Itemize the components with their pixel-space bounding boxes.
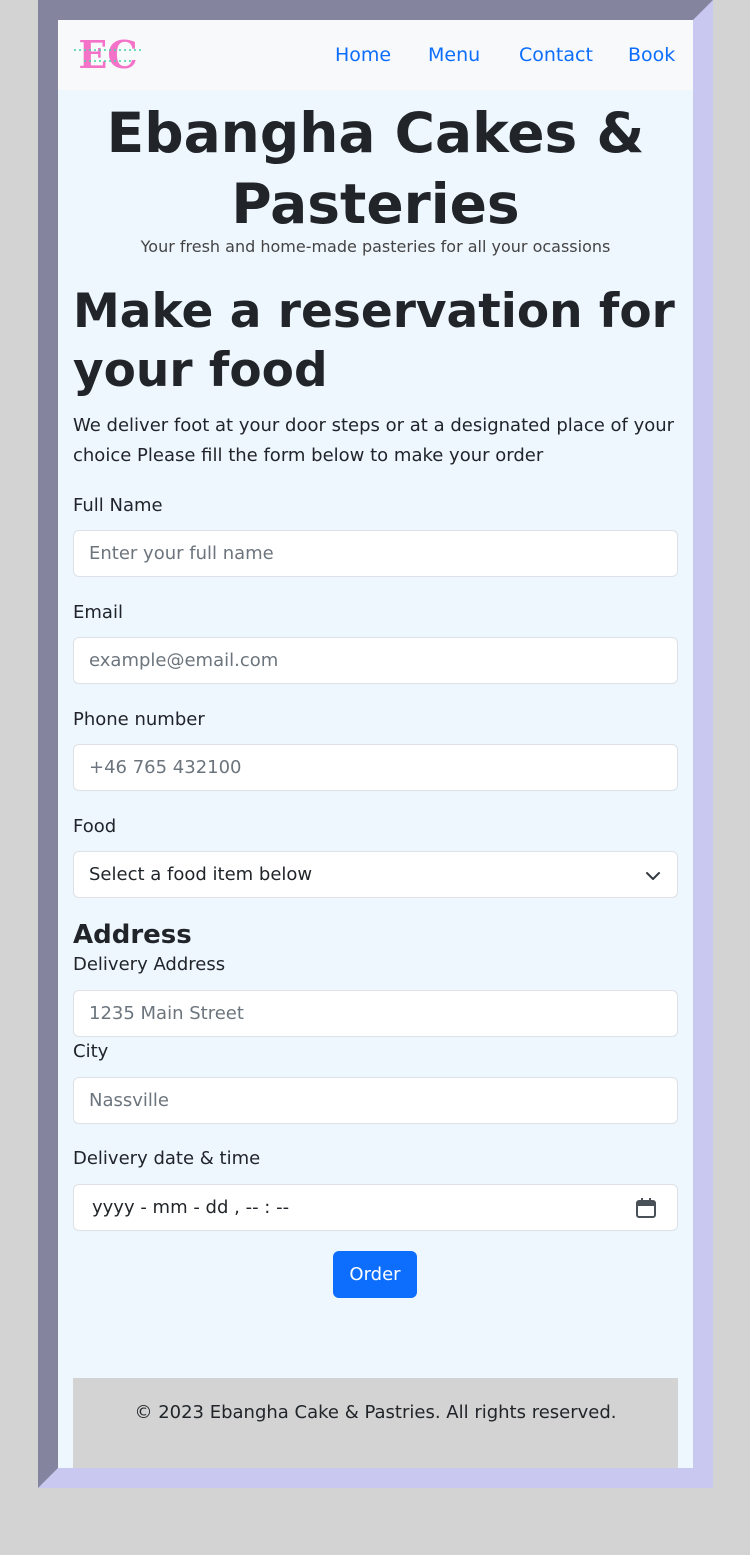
datetime-label: Delivery date & time: [73, 1148, 261, 1169]
city-label: City: [73, 1041, 109, 1062]
phone-input[interactable]: [74, 745, 677, 790]
datetime-input[interactable]: yyyy - mm - dd , -- : --: [73, 1184, 678, 1231]
site-tagline: Your fresh and home-made pasteries for a…: [140, 237, 611, 256]
phone-label: Phone number: [73, 709, 205, 730]
email-label: Email: [73, 602, 123, 623]
delivery-address-label: Delivery Address: [73, 954, 226, 975]
footer: © 2023 Ebangha Cake & Pastries. All righ…: [73, 1378, 678, 1468]
food-label: Food: [73, 816, 117, 837]
food-select-value: Select a food item below: [89, 864, 313, 885]
order-button[interactable]: Order: [333, 1251, 417, 1298]
full-name-field: [73, 530, 678, 577]
nav-home[interactable]: Home: [335, 44, 391, 66]
full-name-input[interactable]: [74, 531, 677, 576]
reservation-heading: Make a reservation for your food: [73, 284, 675, 398]
email-input[interactable]: [74, 638, 677, 683]
address-section-title: Address: [73, 920, 192, 950]
footer-copyright: © 2023 Ebangha Cake & Pastries. All righ…: [134, 1402, 617, 1423]
nav-book[interactable]: Book: [628, 44, 675, 66]
reservation-intro: We deliver foot at your door steps or at…: [73, 415, 675, 466]
delivery-address-input[interactable]: [74, 991, 677, 1036]
phone-field: [73, 744, 678, 791]
logo-text: EC: [78, 34, 137, 74]
page-frame: EC Home Menu Contact Book Ebangha Cakes …: [38, 0, 713, 1488]
datetime-placeholder: yyyy - mm - dd , -- : --: [92, 1197, 290, 1218]
nav-contact[interactable]: Contact: [519, 44, 593, 66]
delivery-address-field: [73, 990, 678, 1037]
logo[interactable]: EC: [72, 34, 144, 74]
chevron-down-icon: [646, 872, 660, 880]
city-field: [73, 1077, 678, 1124]
email-field: [73, 637, 678, 684]
nav-menu[interactable]: Menu: [428, 44, 480, 66]
full-name-label: Full Name: [73, 495, 163, 516]
city-input[interactable]: [74, 1078, 677, 1123]
site-title: Ebangha Cakes & Pasteries: [106, 101, 645, 236]
calendar-icon[interactable]: [635, 1197, 657, 1219]
food-select[interactable]: Select a food item below: [73, 851, 678, 898]
navbar: EC Home Menu Contact Book: [58, 20, 693, 90]
